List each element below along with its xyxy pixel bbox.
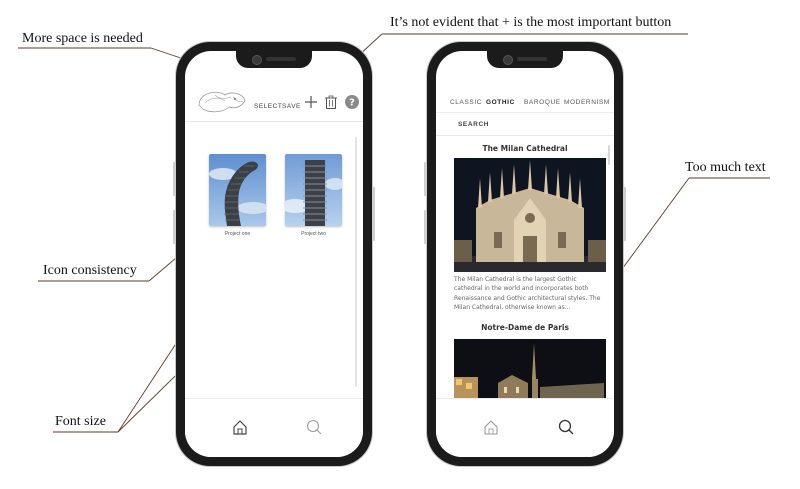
toolbar: SELECT SAVE ? — [185, 81, 363, 122]
trash-icon[interactable] — [323, 94, 339, 110]
phone-gothic: CLASSIC GOTHIC BAROQUE MODERNISM SEARCH … — [424, 42, 626, 466]
card-description: The Milan Cathedral is the largest Gothi… — [454, 276, 601, 312]
category-tabs: CLASSIC GOTHIC BAROQUE MODERNISM — [436, 96, 614, 113]
scrollbar[interactable] — [608, 145, 610, 165]
annotation-more-space: More space is needed — [22, 31, 143, 46]
screen: SELECT SAVE ? Project one Project two — [185, 51, 363, 457]
annotation-icon-consistency: Icon consistency — [43, 263, 137, 278]
card-title: Notre-Dame de Paris — [481, 323, 569, 332]
logo-icon — [198, 91, 246, 113]
tab-baroque[interactable]: BAROQUE — [524, 99, 561, 106]
plus-icon[interactable] — [303, 94, 319, 110]
annotation-lines — [18, 33, 770, 433]
annotation-important-button: It’s not evident that + is the most impo… — [390, 15, 672, 30]
search-icon[interactable] — [305, 418, 323, 436]
project-thumbnail[interactable] — [285, 154, 342, 226]
select-button[interactable]: SELECT — [254, 103, 282, 110]
search-bar[interactable]: SEARCH — [436, 113, 614, 136]
card-title: The Milan Cathedral — [482, 144, 568, 153]
tab-classic[interactable]: CLASSIC — [450, 99, 482, 106]
tab-gothic[interactable]: GOTHIC — [486, 99, 515, 106]
project-label: Project one — [224, 231, 251, 237]
annotation-too-much-text: Too much text — [685, 160, 766, 175]
screen: CLASSIC GOTHIC BAROQUE MODERNISM SEARCH … — [436, 51, 614, 457]
cathedral-image[interactable] — [454, 339, 606, 401]
phone-projects: SELECT SAVE ? Project one Project two — [173, 42, 375, 466]
home-icon[interactable] — [231, 418, 249, 436]
scrollbar[interactable] — [355, 137, 357, 387]
search-icon[interactable] — [557, 418, 575, 436]
notch — [236, 51, 312, 68]
save-button[interactable]: SAVE — [282, 103, 301, 110]
tab-modernism[interactable]: MODERNISM — [564, 99, 610, 106]
home-icon[interactable] — [482, 418, 500, 436]
svg-text:?: ? — [349, 98, 355, 109]
help-icon[interactable]: ? — [344, 94, 360, 110]
project-thumbnail[interactable] — [209, 154, 266, 226]
bottom-nav — [185, 398, 363, 457]
project-label: Project two — [301, 231, 326, 237]
cathedral-image[interactable] — [454, 158, 606, 272]
notch — [487, 51, 563, 68]
annotation-font-size: Font size — [55, 414, 106, 429]
search-label: SEARCH — [458, 121, 490, 128]
bottom-nav — [436, 398, 614, 457]
